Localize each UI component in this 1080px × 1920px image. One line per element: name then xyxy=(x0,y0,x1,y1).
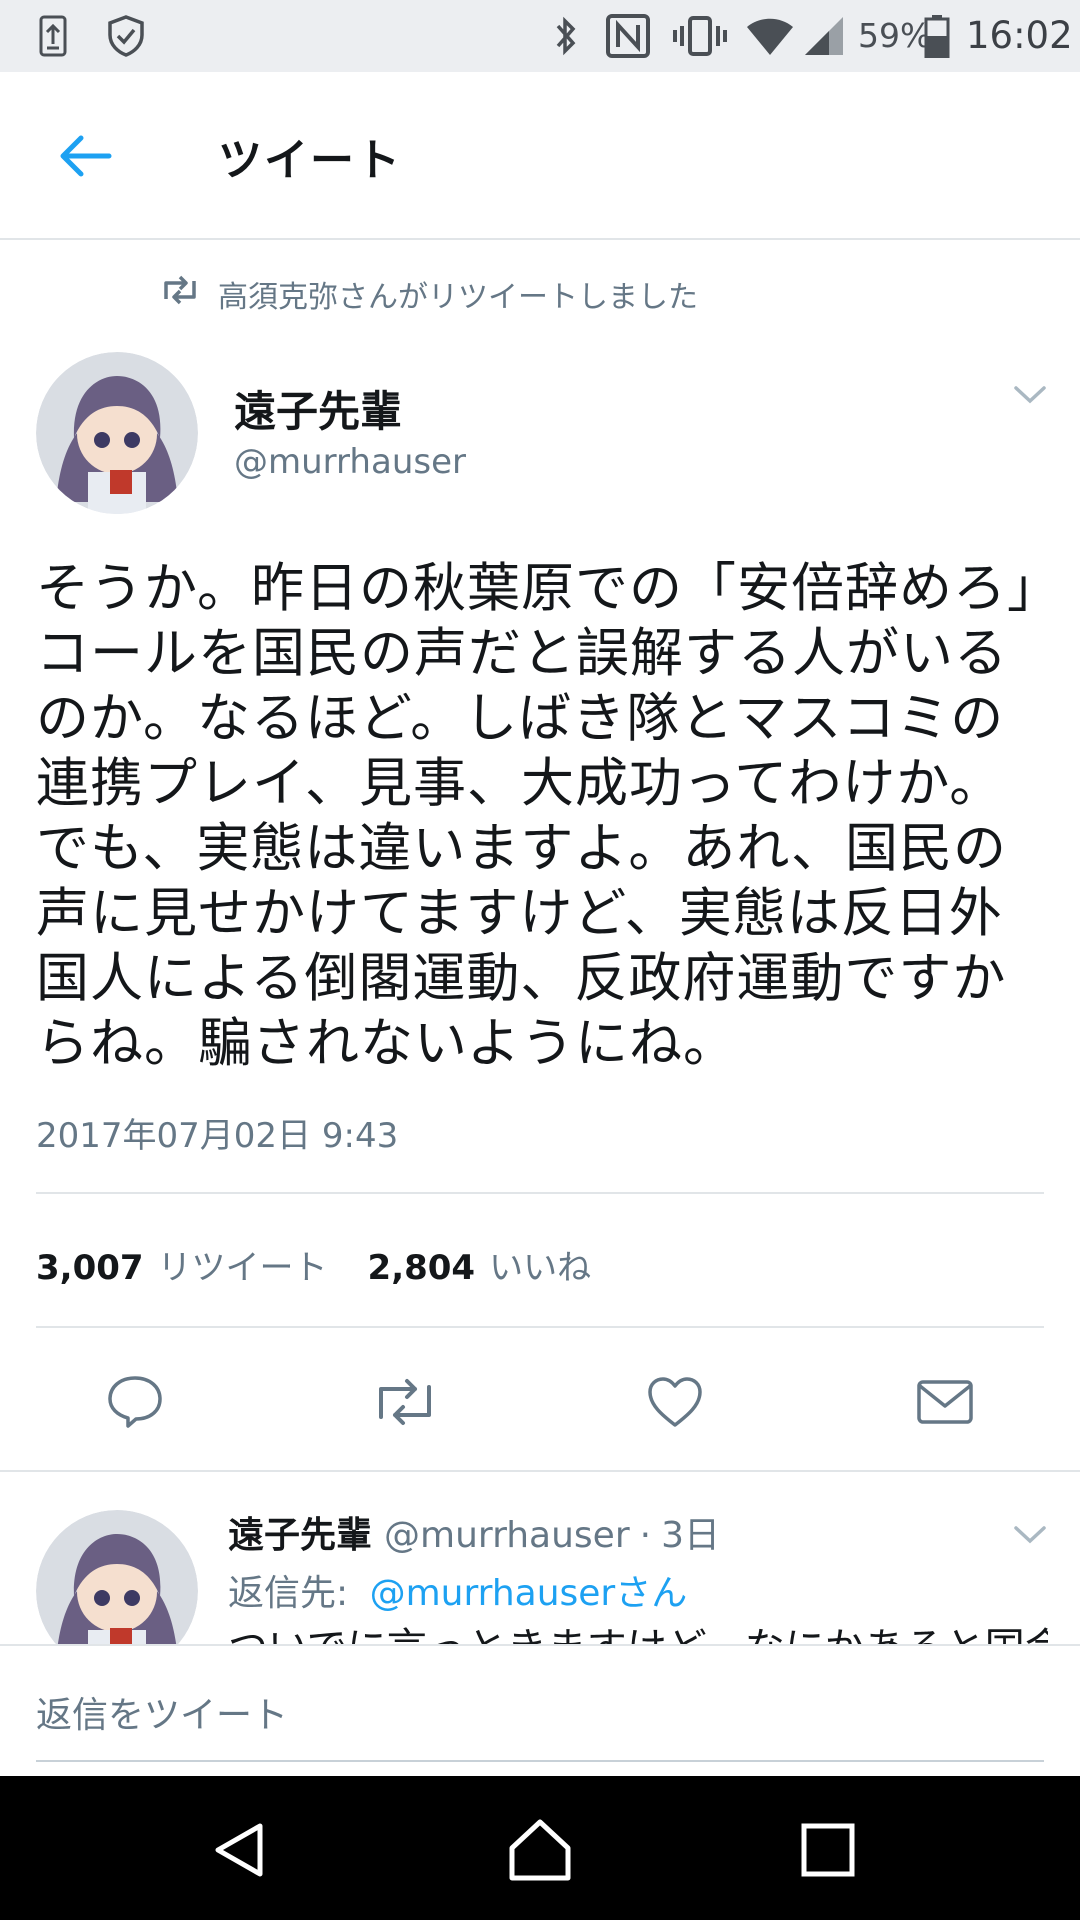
section-divider xyxy=(0,1470,1080,1472)
author-name[interactable]: 遠子先輩 xyxy=(234,378,402,439)
dm-icon xyxy=(917,1380,973,1424)
back-triangle-icon xyxy=(215,1823,263,1877)
reply-menu-button[interactable] xyxy=(1010,1520,1050,1550)
reply-compose-bar: 返信をツイート xyxy=(0,1644,1080,1776)
avatar[interactable] xyxy=(36,352,198,514)
direct-message-button[interactable] xyxy=(910,1370,980,1434)
screen-share-icon xyxy=(34,12,72,60)
system-navigation-bar xyxy=(0,1776,1080,1920)
like-button[interactable] xyxy=(640,1370,710,1434)
status-bar: 59% 16:02 xyxy=(0,0,1080,72)
bluetooth-icon xyxy=(546,12,586,60)
retweet-icon xyxy=(379,1379,431,1425)
home-circle-icon xyxy=(509,1819,571,1881)
vibrate-icon xyxy=(670,12,730,60)
reply-text[interactable]: ついでに言っときますけど、なにかあると国会 xyxy=(228,1620,1048,1646)
reply-timestamp: 3日 xyxy=(661,1515,720,1556)
author-handle[interactable]: @murrhauser xyxy=(234,442,466,482)
page-title: ツイート xyxy=(218,135,402,186)
tweet-menu-button[interactable] xyxy=(1010,380,1050,410)
chevron-down-icon xyxy=(1014,386,1046,404)
divider xyxy=(36,1326,1044,1328)
tweet-timestamp: 2017年07月02日 9:43 xyxy=(36,1116,399,1156)
signal-icon xyxy=(802,12,846,60)
reply-input-underline xyxy=(36,1760,1044,1762)
retweet-small-icon xyxy=(160,275,200,313)
tweet-text: そうか。昨日の秋葉原での「安倍辞めろ」コールを国民の声だと誤解する人がいるのか。… xyxy=(36,558,1035,1074)
chevron-down-icon xyxy=(1014,1526,1046,1544)
clock: 16:02 xyxy=(966,14,1073,57)
retweet-count-label[interactable]: リツイート xyxy=(158,1240,328,1289)
nfc-icon xyxy=(604,12,652,60)
divider xyxy=(36,1192,1044,1194)
reply-separator: · xyxy=(639,1515,652,1556)
like-count[interactable]: 2,804 xyxy=(368,1248,476,1288)
wifi-icon xyxy=(744,12,796,60)
reply-icon xyxy=(108,1376,162,1428)
back-button[interactable] xyxy=(50,126,120,186)
battery-icon xyxy=(922,12,952,60)
retweet-notice[interactable]: 高須克弥さんがリツイートしました xyxy=(160,272,698,316)
shield-check-icon xyxy=(104,12,148,60)
reply-to-label: 返信先: xyxy=(228,1573,349,1614)
like-count-label[interactable]: いいね xyxy=(489,1240,591,1289)
app-bar: ツイート xyxy=(0,72,1080,240)
retweet-notice-text: 高須克弥さんがリツイートしました xyxy=(218,280,698,315)
nav-recents-button[interactable] xyxy=(788,1810,868,1890)
battery-percentage: 59% xyxy=(858,16,932,55)
reply-input[interactable]: 返信をツイート xyxy=(36,1686,288,1738)
like-icon xyxy=(648,1377,702,1427)
nav-back-button[interactable] xyxy=(200,1810,280,1890)
tweet-stats: 3,007 リツイート 2,804 いいね xyxy=(36,1240,631,1289)
recents-square-icon xyxy=(801,1823,855,1877)
nav-home-button[interactable] xyxy=(500,1810,580,1890)
back-arrow-icon xyxy=(60,135,112,177)
reply-header: 遠子先輩 @murrhauser · 3日 xyxy=(228,1506,720,1558)
reply-author-handle[interactable]: @murrhauser xyxy=(384,1515,630,1556)
reply-to-line: 返信先: @murrhauserさん xyxy=(228,1564,687,1616)
tweet-actions xyxy=(0,1360,1080,1440)
retweet-button[interactable] xyxy=(370,1370,440,1434)
reply-to-mention-link[interactable]: @murrhauserさん xyxy=(370,1573,688,1614)
reply-author-name[interactable]: 遠子先輩 xyxy=(228,1506,372,1558)
retweet-count[interactable]: 3,007 xyxy=(36,1248,144,1288)
reply-button[interactable] xyxy=(100,1370,170,1434)
